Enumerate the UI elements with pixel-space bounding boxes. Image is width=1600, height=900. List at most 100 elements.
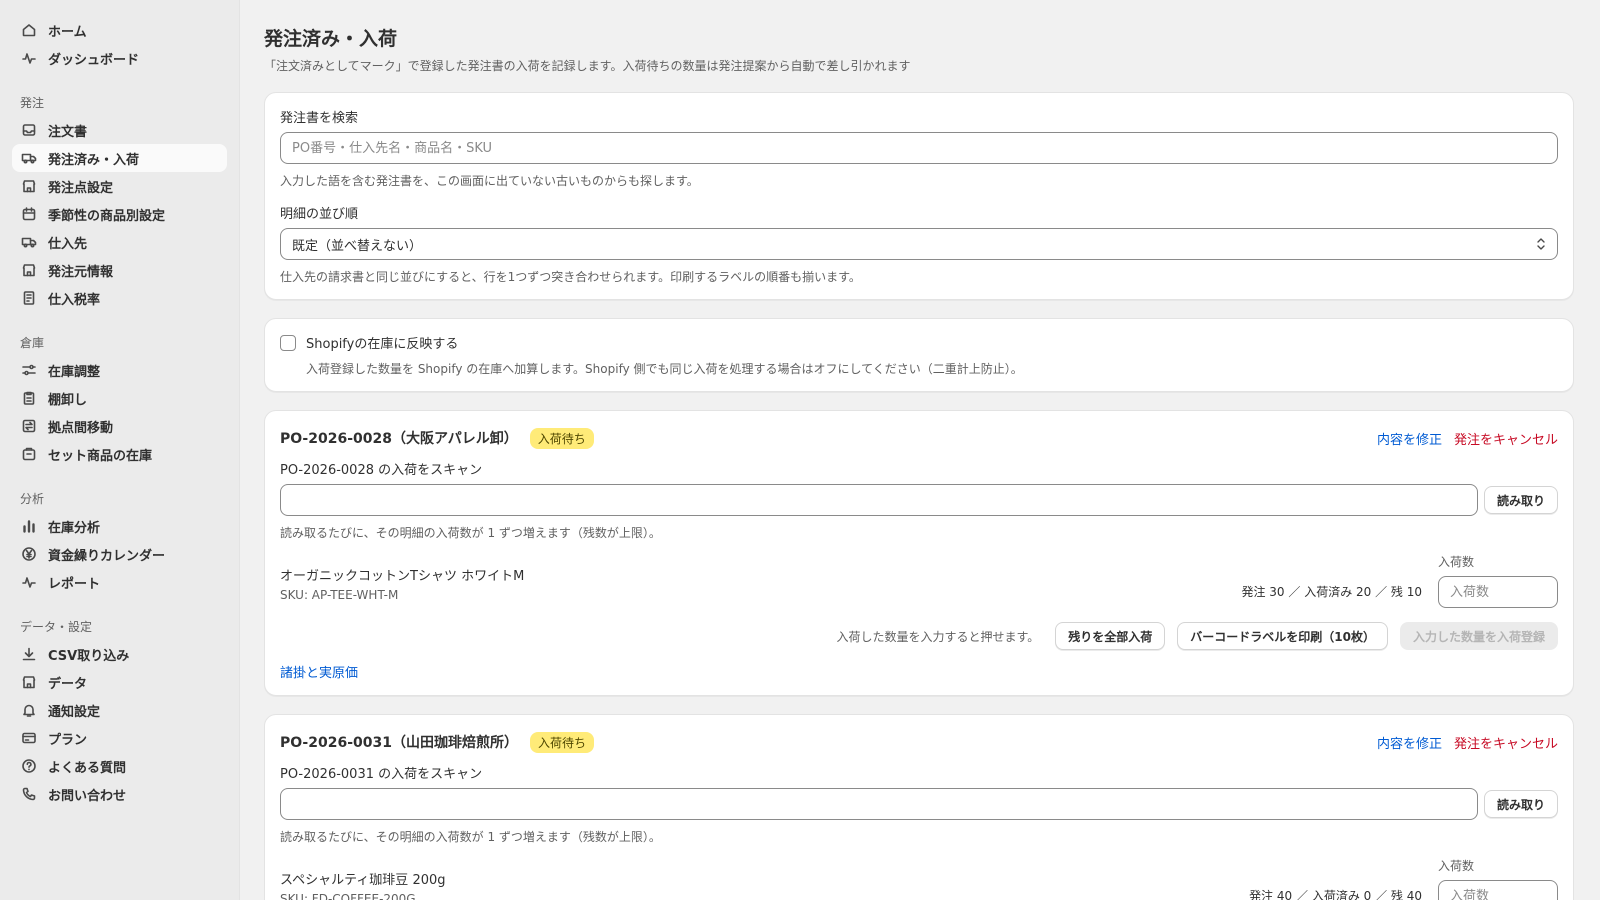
cancel-po-link[interactable]: 発注をキャンセル	[1454, 429, 1558, 448]
sort-selected-value: 既定（並べ替えない）	[292, 238, 423, 254]
landed-cost-link[interactable]: 諸掛と実原価	[280, 662, 1558, 681]
section-label-warehouse: 倉庫	[20, 336, 45, 350]
store-icon	[20, 673, 38, 691]
scan-label: PO-2026-0028 の入荷をスキャン	[280, 463, 483, 478]
bell-icon	[20, 701, 38, 719]
sidebar-item-notifications[interactable]: 通知設定	[12, 696, 227, 724]
status-badge: 入荷待ち	[529, 427, 594, 449]
sidebar-item-plan[interactable]: プラン	[12, 724, 227, 752]
sidebar-item-purchase-tax[interactable]: 仕入税率	[12, 284, 227, 312]
scan-button[interactable]: 読み取り	[1483, 790, 1558, 818]
scan-label: PO-2026-0031 の入荷をスキャン	[280, 767, 483, 782]
page-title: 発注済み・入荷	[264, 28, 398, 50]
sidebar-item-issuer-info[interactable]: 発注元情報	[12, 256, 227, 284]
sidebar-item-stock-adjust[interactable]: 在庫調整	[12, 356, 227, 384]
edit-po-link[interactable]: 内容を修正	[1377, 429, 1442, 448]
sidebar-item-reorder-point[interactable]: 発注点設定	[12, 172, 227, 200]
sort-select[interactable]: 既定（並べ替えない）	[280, 228, 1558, 260]
sidebar-item-label: 在庫分析	[48, 520, 101, 536]
sidebar-item-label: 通知設定	[48, 704, 101, 720]
sidebar-item-dashboard[interactable]: ダッシュボード	[12, 44, 227, 72]
cancel-po-link[interactable]: 発注をキャンセル	[1454, 733, 1558, 752]
sidebar-item-label: よくある質問	[48, 760, 127, 776]
sidebar-item-contact[interactable]: お問い合わせ	[12, 780, 227, 808]
sidebar-item-purchase-orders[interactable]: 注文書	[12, 116, 227, 144]
sidebar-item-label: 仕入税率	[48, 292, 101, 308]
main-content: 発注済み・入荷 「注文済みとしてマーク」で登録した発注書の入荷を記録します。入荷…	[240, 0, 1600, 900]
sidebar-item-label: 発注点設定	[48, 180, 114, 196]
inbox-icon	[20, 121, 38, 139]
shopify-sync-checkbox[interactable]	[280, 334, 296, 351]
select-chevron-icon	[1537, 238, 1545, 250]
received-qty-input[interactable]	[1438, 576, 1558, 608]
sidebar-item-cashflow-calendar[interactable]: 資金繰りカレンダー	[12, 540, 227, 568]
register-receipt-button[interactable]: 入力した数量を入荷登録	[1399, 622, 1558, 650]
scan-input[interactable]	[280, 484, 1478, 516]
question-icon	[20, 757, 38, 775]
sidebar-item-home[interactable]: ホーム	[12, 16, 227, 44]
phone-icon	[20, 785, 38, 803]
bar-chart-icon	[20, 517, 38, 535]
shopify-sync-label: Shopifyの在庫に反映する	[306, 337, 459, 352]
clipboard-icon	[20, 389, 38, 407]
store-icon	[20, 261, 38, 279]
line-qty-summary: 発注 40 ／ 入荷済み 0 ／ 残 40	[1249, 889, 1422, 900]
sidebar-item-data[interactable]: データ	[12, 668, 227, 696]
sidebar-item-label: 発注済み・入荷	[48, 152, 140, 168]
shopify-sync-card: Shopifyの在庫に反映する 入荷登録した数量を Shopify の在庫へ加算…	[264, 318, 1574, 392]
sidebar-item-faq[interactable]: よくある質問	[12, 752, 227, 780]
receive-all-button[interactable]: 残りを全部入荷	[1055, 622, 1166, 650]
status-badge: 入荷待ち	[529, 731, 594, 753]
line-qty-summary: 発注 30 ／ 入荷済み 20 ／ 残 10	[1241, 585, 1422, 599]
sidebar-item-seasonality[interactable]: 季節性の商品別設定	[12, 200, 227, 228]
yen-icon	[20, 545, 38, 563]
section-label-data-settings: データ・設定	[20, 620, 93, 634]
section-label-analytics: 分析	[20, 492, 45, 506]
sidebar-item-label: プラン	[48, 732, 88, 748]
truck-icon	[20, 149, 38, 167]
download-icon	[20, 645, 38, 663]
search-help: 入力した語を含む発注書を、この画面に出ていない古いものからも探します。	[280, 174, 699, 188]
pulse-icon	[20, 573, 38, 591]
line-item: オーガニックコットンTシャツ ホワイトM SKU: AP-TEE-WHT-M 発…	[280, 553, 1558, 608]
print-labels-button[interactable]: バーコードラベルを印刷（10枚）	[1177, 622, 1388, 650]
transfer-icon	[20, 417, 38, 435]
sidebar-item-label: 資金繰りカレンダー	[48, 548, 166, 564]
actions-hint: 入荷した数量を入力すると押せます。	[836, 629, 1040, 644]
sliders-icon	[20, 361, 38, 379]
line-item-name: オーガニックコットンTシャツ ホワイトM	[280, 569, 525, 584]
po-card: PO-2026-0028（大阪アパレル卸） 入荷待ち 内容を修正 発注をキャンセ…	[264, 410, 1574, 696]
qty-label: 入荷数	[1438, 555, 1475, 569]
credit-card-icon	[20, 729, 38, 747]
home-icon	[20, 21, 38, 39]
line-item-name: スペシャルティ珈琲豆 200g	[280, 873, 446, 888]
search-label: 発注書を検索	[280, 111, 359, 126]
edit-po-link[interactable]: 内容を修正	[1377, 733, 1442, 752]
sidebar-item-label: 季節性の商品別設定	[48, 208, 166, 224]
received-qty-input[interactable]	[1438, 880, 1558, 900]
po-search-input[interactable]	[280, 132, 1558, 164]
sidebar-item-transfer[interactable]: 拠点間移動	[12, 412, 227, 440]
sort-help: 仕入先の請求書と同じ並びにすると、行を1つずつ突き合わせられます。印刷するラベル…	[280, 270, 861, 284]
qty-label: 入荷数	[1438, 859, 1475, 873]
scan-button[interactable]: 読み取り	[1483, 486, 1558, 514]
page-subtitle: 「注文済みとしてマーク」で登録した発注書の入荷を記録します。入荷待ちの数量は発注…	[264, 59, 911, 73]
sidebar-item-ordered-receiving[interactable]: 発注済み・入荷	[12, 144, 227, 172]
section-label-ordering: 発注	[20, 96, 45, 110]
calendar-icon	[20, 205, 38, 223]
sidebar-item-bundles[interactable]: セット商品の在庫	[12, 440, 227, 468]
sidebar-item-label: 棚卸し	[48, 392, 88, 408]
sidebar-item-stocktake[interactable]: 棚卸し	[12, 384, 227, 412]
pulse-icon	[20, 49, 38, 67]
sidebar-item-label: お問い合わせ	[48, 788, 127, 804]
po-card: PO-2026-0031（山田珈琲焙煎所） 入荷待ち 内容を修正 発注をキャンセ…	[264, 714, 1574, 900]
sidebar-item-label: 仕入先	[48, 236, 88, 252]
sidebar-item-inventory-analysis[interactable]: 在庫分析	[12, 512, 227, 540]
line-item: スペシャルティ珈琲豆 200g SKU: FD-COFFEE-200G 発注 4…	[280, 857, 1558, 900]
scan-input[interactable]	[280, 788, 1478, 820]
sidebar: ホーム ダッシュボード 発注 注文書 発注済み・入荷 発注点設定 季節性の商品別…	[0, 0, 240, 900]
sidebar-item-csv-import[interactable]: CSV取り込み	[12, 640, 227, 668]
receipt-icon	[20, 289, 38, 307]
sidebar-item-reports[interactable]: レポート	[12, 568, 227, 596]
sidebar-item-suppliers[interactable]: 仕入先	[12, 228, 227, 256]
